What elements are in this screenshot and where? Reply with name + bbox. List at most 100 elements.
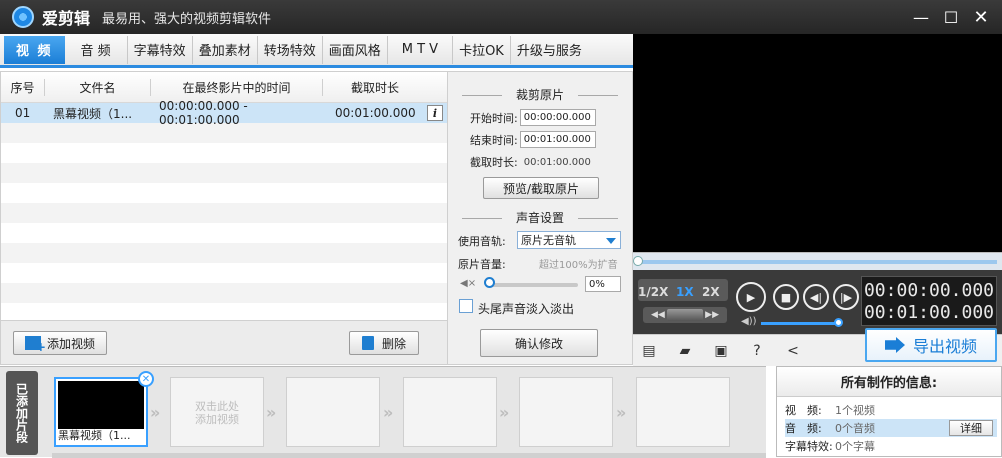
export-icon bbox=[884, 337, 905, 353]
fast-forward-icon[interactable]: ▶▶ bbox=[705, 310, 719, 320]
timeline-clip[interactable]: 黑幕视频（1... ✕ bbox=[54, 371, 154, 447]
timeline-scrollbar[interactable] bbox=[52, 453, 766, 458]
chevron-down-icon bbox=[606, 238, 616, 244]
player-controls: 1/2X 1X 2X ◀◀ ▶▶ ▶ ■ ◀| |▶ ◀)) 00:00:00.… bbox=[633, 270, 1002, 334]
start-time-label: 开始时间: bbox=[470, 111, 518, 125]
play-button[interactable]: ▶ bbox=[736, 282, 766, 312]
hint-line: 双击此处 bbox=[195, 400, 239, 413]
tab-upgrade-service[interactable]: 升级与服务 bbox=[511, 36, 588, 64]
app-logo-icon bbox=[12, 6, 34, 28]
detail-button[interactable]: 详细 bbox=[949, 420, 993, 436]
prev-frame-button[interactable]: ◀| bbox=[803, 284, 829, 310]
video-preview[interactable] bbox=[633, 34, 1002, 252]
clip-thumbnail bbox=[58, 381, 144, 429]
player-volume-handle[interactable] bbox=[834, 318, 843, 327]
info-row-video: 视 频: 1个视频 bbox=[785, 401, 997, 419]
empty-clip-slot[interactable] bbox=[403, 377, 497, 447]
frame-seek-bar[interactable]: ◀◀ ▶▶ bbox=[643, 307, 727, 323]
app-subtitle: 最易用、强大的视频剪辑软件 bbox=[102, 11, 272, 27]
start-time-input[interactable]: 00:00:00.000 bbox=[519, 109, 596, 126]
row-filename: 黑幕视频（1... bbox=[53, 106, 133, 121]
time-display: 00:00:00.000 00:01:00.000 bbox=[861, 276, 997, 326]
add-video-label: 添加视频 bbox=[46, 336, 95, 351]
info-row-subtitles: 字幕特效: 0个字幕 bbox=[785, 437, 997, 455]
column-header-duration[interactable]: 截取时长 bbox=[323, 79, 427, 96]
info-key: 字幕特效: bbox=[785, 440, 833, 453]
tab-overlay-materials[interactable]: 叠加素材 bbox=[193, 35, 258, 64]
volume-label: 原片音量: bbox=[458, 258, 506, 271]
preview-crop-button[interactable]: 预览/截取原片 bbox=[483, 177, 599, 199]
column-header-timespan[interactable]: 在最终影片中的时间 bbox=[151, 78, 323, 96]
progress-handle[interactable] bbox=[633, 256, 643, 266]
end-time-input[interactable]: 00:01:00.000 bbox=[519, 131, 596, 148]
empty-clip-slot[interactable] bbox=[519, 377, 613, 447]
maximize-button[interactable]: ☐ bbox=[940, 6, 962, 28]
tab-mtv[interactable]: M T V bbox=[388, 35, 454, 64]
remove-clip-icon[interactable]: ✕ bbox=[138, 371, 154, 387]
timeline-strip: 已添加片段 黑幕视频（1... ✕ » 双击此处 添加视频 » » » » bbox=[0, 366, 766, 458]
info-row-audio[interactable]: 音 频: 0个音频 详细 bbox=[785, 419, 997, 437]
minimize-button[interactable]: — bbox=[910, 6, 932, 28]
arrow-icon: » bbox=[150, 403, 161, 422]
total-time: 00:01:00.000 bbox=[863, 302, 995, 323]
volume-slider-handle[interactable] bbox=[484, 277, 495, 288]
info-value: 0个音频 bbox=[835, 422, 875, 435]
info-icon[interactable]: i bbox=[427, 105, 443, 121]
speed-1x[interactable]: 1X bbox=[676, 285, 694, 299]
added-clips-label: 已添加片段 bbox=[6, 371, 38, 455]
volume-icon[interactable]: ◀)) bbox=[741, 316, 757, 327]
export-label: 导出视频 bbox=[912, 337, 977, 356]
volume-percent-input[interactable]: 0% bbox=[585, 276, 621, 292]
save-icon[interactable]: ▣ bbox=[713, 343, 729, 359]
add-video-button[interactable]: 添加视频 bbox=[13, 331, 107, 355]
playback-progress[interactable] bbox=[633, 252, 1002, 270]
column-header-filename[interactable]: 文件名 bbox=[45, 78, 151, 96]
confirm-button[interactable]: 确认修改 bbox=[480, 329, 598, 357]
tab-subtitle-effects[interactable]: 字幕特效 bbox=[128, 35, 193, 64]
player-volume-track[interactable] bbox=[761, 322, 839, 325]
tab-transitions[interactable]: 转场特效 bbox=[258, 35, 323, 64]
app-title: 爱剪辑 bbox=[42, 9, 91, 28]
export-video-button[interactable]: 导出视频 bbox=[865, 328, 997, 362]
progress-bar[interactable] bbox=[637, 260, 997, 264]
empty-clip-slot[interactable] bbox=[636, 377, 730, 447]
audio-track-label: 使用音轨: bbox=[458, 235, 506, 248]
add-video-hint: 双击此处 添加视频 bbox=[171, 400, 263, 426]
speed-2x[interactable]: 2X bbox=[702, 285, 720, 299]
crop-section-title: 裁剪原片 bbox=[448, 86, 632, 103]
share-icon[interactable]: < bbox=[785, 343, 801, 359]
empty-row bbox=[1, 223, 447, 243]
delete-button[interactable]: 删除 bbox=[349, 331, 419, 355]
mute-icon[interactable]: ◀× bbox=[460, 278, 476, 289]
tab-picture-style[interactable]: 画面风格 bbox=[323, 35, 388, 64]
tab-audio[interactable]: 音 频 bbox=[65, 35, 128, 64]
main-tab-bar: 视 频 音 频 字幕特效 叠加素材 转场特效 画面风格 M T V 卡拉OK 升… bbox=[0, 34, 633, 68]
empty-row bbox=[1, 243, 447, 263]
new-project-icon[interactable]: ▤ bbox=[641, 343, 657, 359]
open-folder-icon[interactable]: ▰ bbox=[677, 343, 693, 359]
project-info-panel: 所有制作的信息: 视 频: 1个视频 音 频: 0个音频 详细 字幕特效: 0个… bbox=[776, 366, 1002, 457]
empty-clip-slot[interactable]: 双击此处 添加视频 bbox=[170, 377, 264, 447]
empty-row bbox=[1, 283, 447, 303]
help-icon[interactable]: ? bbox=[749, 343, 765, 359]
info-value: 1个视频 bbox=[835, 404, 875, 417]
close-button[interactable]: ✕ bbox=[970, 6, 992, 28]
seek-handle[interactable] bbox=[667, 309, 703, 321]
clip-settings-panel: 裁剪原片 开始时间: 00:00:00.000 结束时间: 00:01:00.0… bbox=[448, 71, 633, 365]
speed-half[interactable]: 1/2X bbox=[638, 285, 668, 299]
trash-icon bbox=[361, 336, 374, 350]
next-frame-button[interactable]: |▶ bbox=[833, 284, 859, 310]
volume-slider-track[interactable] bbox=[486, 283, 578, 287]
current-time: 00:00:00.000 bbox=[863, 280, 995, 301]
rewind-icon[interactable]: ◀◀ bbox=[651, 310, 665, 320]
tab-video[interactable]: 视 频 bbox=[4, 35, 65, 64]
stop-button[interactable]: ■ bbox=[773, 284, 799, 310]
tab-karaoke[interactable]: 卡拉OK bbox=[453, 35, 511, 64]
end-time-row: 结束时间: 00:01:00.000 bbox=[470, 131, 596, 148]
empty-clip-slot[interactable] bbox=[286, 377, 380, 447]
empty-row bbox=[1, 163, 447, 183]
column-header-index[interactable]: 序号 bbox=[1, 78, 45, 96]
audio-track-select[interactable]: 原片无音轨 bbox=[517, 231, 621, 249]
table-row[interactable]: 01 黑幕视频（1... 00:00:00.000 - 00:01:00.000… bbox=[1, 99, 447, 127]
fade-checkbox[interactable] bbox=[459, 299, 473, 313]
